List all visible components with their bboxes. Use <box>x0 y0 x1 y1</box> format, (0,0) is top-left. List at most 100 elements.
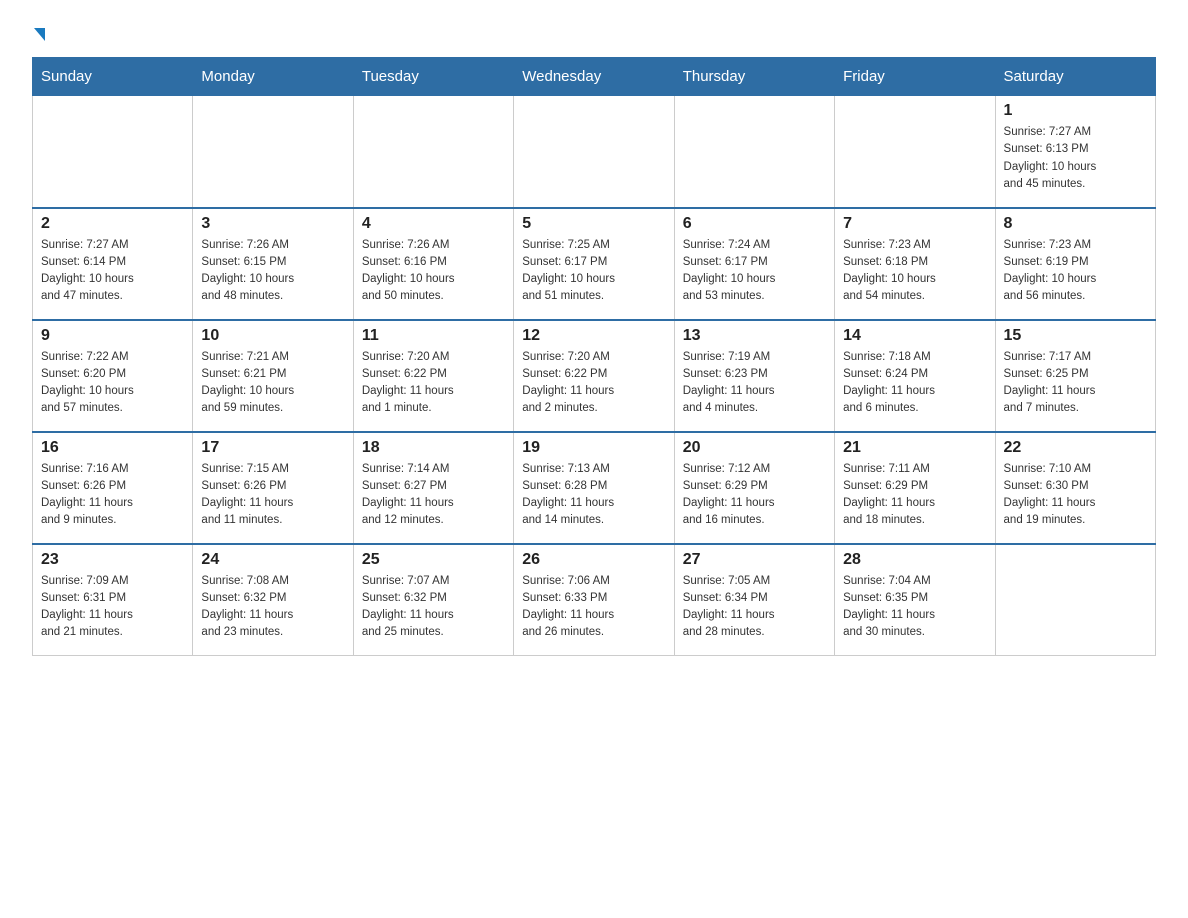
calendar-cell: 19 Sunrise: 7:13 AM Sunset: 6:28 PM Dayli… <box>514 432 674 544</box>
day-number: 1 <box>1004 102 1147 120</box>
day-info: Sunrise: 7:14 AM Sunset: 6:27 PM Dayligh… <box>362 461 505 530</box>
day-number: 7 <box>843 215 986 233</box>
day-number: 22 <box>1004 439 1147 457</box>
day-info: Sunrise: 7:04 AM Sunset: 6:35 PM Dayligh… <box>843 573 986 642</box>
calendar-cell: 20 Sunrise: 7:12 AM Sunset: 6:29 PM Dayli… <box>674 432 834 544</box>
day-number: 21 <box>843 439 986 457</box>
day-number: 28 <box>843 551 986 569</box>
calendar-cell: 28 Sunrise: 7:04 AM Sunset: 6:35 PM Dayli… <box>835 544 995 656</box>
col-header-monday: Monday <box>193 58 353 96</box>
calendar-cell <box>33 96 193 208</box>
calendar-cell: 11Sunrise: 7:20 AM Sunset: 6:22 PM Dayli… <box>353 320 513 432</box>
day-info: Sunrise: 7:13 AM Sunset: 6:28 PM Dayligh… <box>522 461 665 530</box>
calendar-cell: 7 Sunrise: 7:23 AM Sunset: 6:18 PM Daylig… <box>835 208 995 320</box>
calendar-cell: 10 Sunrise: 7:21 AM Sunset: 6:21 PM Dayli… <box>193 320 353 432</box>
day-info: Sunrise: 7:20 AM Sunset: 6:22 PM Dayligh… <box>522 349 665 418</box>
calendar-week-row: 2 Sunrise: 7:27 AM Sunset: 6:14 PM Daylig… <box>33 208 1156 320</box>
day-info: Sunrise: 7:06 AM Sunset: 6:33 PM Dayligh… <box>522 573 665 642</box>
day-number: 18 <box>362 439 505 457</box>
calendar-cell <box>835 96 995 208</box>
day-number: 10 <box>201 327 344 345</box>
calendar-cell <box>353 96 513 208</box>
col-header-sunday: Sunday <box>33 58 193 96</box>
day-info: Sunrise: 7:07 AM Sunset: 6:32 PM Dayligh… <box>362 573 505 642</box>
day-info: Sunrise: 7:10 AM Sunset: 6:30 PM Dayligh… <box>1004 461 1147 530</box>
day-info: Sunrise: 7:05 AM Sunset: 6:34 PM Dayligh… <box>683 573 826 642</box>
day-number: 13 <box>683 327 826 345</box>
calendar-table: SundayMondayTuesdayWednesdayThursdayFrid… <box>32 57 1156 656</box>
calendar-cell: 18 Sunrise: 7:14 AM Sunset: 6:27 PM Dayli… <box>353 432 513 544</box>
day-info: Sunrise: 7:19 AM Sunset: 6:23 PM Dayligh… <box>683 349 826 418</box>
day-info: Sunrise: 7:27 AM Sunset: 6:13 PM Dayligh… <box>1004 124 1147 193</box>
col-header-friday: Friday <box>835 58 995 96</box>
calendar-cell: 14 Sunrise: 7:18 AM Sunset: 6:24 PM Dayli… <box>835 320 995 432</box>
calendar-cell: 12 Sunrise: 7:20 AM Sunset: 6:22 PM Dayli… <box>514 320 674 432</box>
day-number: 24 <box>201 551 344 569</box>
day-number: 16 <box>41 439 184 457</box>
day-number: 26 <box>522 551 665 569</box>
day-info: Sunrise: 7:20 AM Sunset: 6:22 PM Dayligh… <box>362 349 505 418</box>
calendar-cell: 1 Sunrise: 7:27 AM Sunset: 6:13 PM Daylig… <box>995 96 1155 208</box>
day-number: 20 <box>683 439 826 457</box>
calendar-cell: 2 Sunrise: 7:27 AM Sunset: 6:14 PM Daylig… <box>33 208 193 320</box>
day-number: 14 <box>843 327 986 345</box>
day-info: Sunrise: 7:27 AM Sunset: 6:14 PM Dayligh… <box>41 237 184 306</box>
calendar-week-row: 23 Sunrise: 7:09 AM Sunset: 6:31 PM Dayli… <box>33 544 1156 656</box>
calendar-week-row: 9 Sunrise: 7:22 AM Sunset: 6:20 PM Daylig… <box>33 320 1156 432</box>
day-info: Sunrise: 7:26 AM Sunset: 6:16 PM Dayligh… <box>362 237 505 306</box>
day-info: Sunrise: 7:12 AM Sunset: 6:29 PM Dayligh… <box>683 461 826 530</box>
calendar-cell: 15Sunrise: 7:17 AM Sunset: 6:25 PM Dayli… <box>995 320 1155 432</box>
calendar-cell: 25 Sunrise: 7:07 AM Sunset: 6:32 PM Dayli… <box>353 544 513 656</box>
day-info: Sunrise: 7:24 AM Sunset: 6:17 PM Dayligh… <box>683 237 826 306</box>
logo-arrow-icon <box>34 28 45 41</box>
day-number: 23 <box>41 551 184 569</box>
day-number: 2 <box>41 215 184 233</box>
calendar-cell <box>514 96 674 208</box>
page-header <box>32 24 1156 39</box>
col-header-thursday: Thursday <box>674 58 834 96</box>
calendar-cell: 21Sunrise: 7:11 AM Sunset: 6:29 PM Dayli… <box>835 432 995 544</box>
calendar-cell: 16 Sunrise: 7:16 AM Sunset: 6:26 PM Dayli… <box>33 432 193 544</box>
calendar-cell <box>193 96 353 208</box>
day-info: Sunrise: 7:22 AM Sunset: 6:20 PM Dayligh… <box>41 349 184 418</box>
day-number: 25 <box>362 551 505 569</box>
day-number: 9 <box>41 327 184 345</box>
calendar-cell: 13 Sunrise: 7:19 AM Sunset: 6:23 PM Dayli… <box>674 320 834 432</box>
day-number: 12 <box>522 327 665 345</box>
day-info: Sunrise: 7:26 AM Sunset: 6:15 PM Dayligh… <box>201 237 344 306</box>
calendar-week-row: 1 Sunrise: 7:27 AM Sunset: 6:13 PM Daylig… <box>33 96 1156 208</box>
day-number: 19 <box>522 439 665 457</box>
day-number: 5 <box>522 215 665 233</box>
day-info: Sunrise: 7:16 AM Sunset: 6:26 PM Dayligh… <box>41 461 184 530</box>
col-header-saturday: Saturday <box>995 58 1155 96</box>
day-info: Sunrise: 7:23 AM Sunset: 6:18 PM Dayligh… <box>843 237 986 306</box>
day-info: Sunrise: 7:23 AM Sunset: 6:19 PM Dayligh… <box>1004 237 1147 306</box>
day-number: 4 <box>362 215 505 233</box>
col-header-tuesday: Tuesday <box>353 58 513 96</box>
calendar-cell: 3 Sunrise: 7:26 AM Sunset: 6:15 PM Daylig… <box>193 208 353 320</box>
day-number: 27 <box>683 551 826 569</box>
calendar-cell: 6 Sunrise: 7:24 AM Sunset: 6:17 PM Daylig… <box>674 208 834 320</box>
day-info: Sunrise: 7:08 AM Sunset: 6:32 PM Dayligh… <box>201 573 344 642</box>
calendar-cell: 5 Sunrise: 7:25 AM Sunset: 6:17 PM Daylig… <box>514 208 674 320</box>
day-info: Sunrise: 7:25 AM Sunset: 6:17 PM Dayligh… <box>522 237 665 306</box>
day-number: 8 <box>1004 215 1147 233</box>
day-info: Sunrise: 7:18 AM Sunset: 6:24 PM Dayligh… <box>843 349 986 418</box>
calendar-week-row: 16 Sunrise: 7:16 AM Sunset: 6:26 PM Dayli… <box>33 432 1156 544</box>
day-number: 15 <box>1004 327 1147 345</box>
calendar-cell: 17Sunrise: 7:15 AM Sunset: 6:26 PM Dayli… <box>193 432 353 544</box>
day-info: Sunrise: 7:21 AM Sunset: 6:21 PM Dayligh… <box>201 349 344 418</box>
day-info: Sunrise: 7:09 AM Sunset: 6:31 PM Dayligh… <box>41 573 184 642</box>
calendar-cell: 9 Sunrise: 7:22 AM Sunset: 6:20 PM Daylig… <box>33 320 193 432</box>
logo <box>32 24 45 39</box>
calendar-header-row: SundayMondayTuesdayWednesdayThursdayFrid… <box>33 58 1156 96</box>
calendar-cell: 8 Sunrise: 7:23 AM Sunset: 6:19 PM Daylig… <box>995 208 1155 320</box>
day-number: 17 <box>201 439 344 457</box>
day-number: 3 <box>201 215 344 233</box>
calendar-cell: 26 Sunrise: 7:06 AM Sunset: 6:33 PM Dayli… <box>514 544 674 656</box>
col-header-wednesday: Wednesday <box>514 58 674 96</box>
calendar-cell: 27 Sunrise: 7:05 AM Sunset: 6:34 PM Dayli… <box>674 544 834 656</box>
calendar-cell: 4 Sunrise: 7:26 AM Sunset: 6:16 PM Daylig… <box>353 208 513 320</box>
calendar-cell: 24 Sunrise: 7:08 AM Sunset: 6:32 PM Dayli… <box>193 544 353 656</box>
day-number: 6 <box>683 215 826 233</box>
